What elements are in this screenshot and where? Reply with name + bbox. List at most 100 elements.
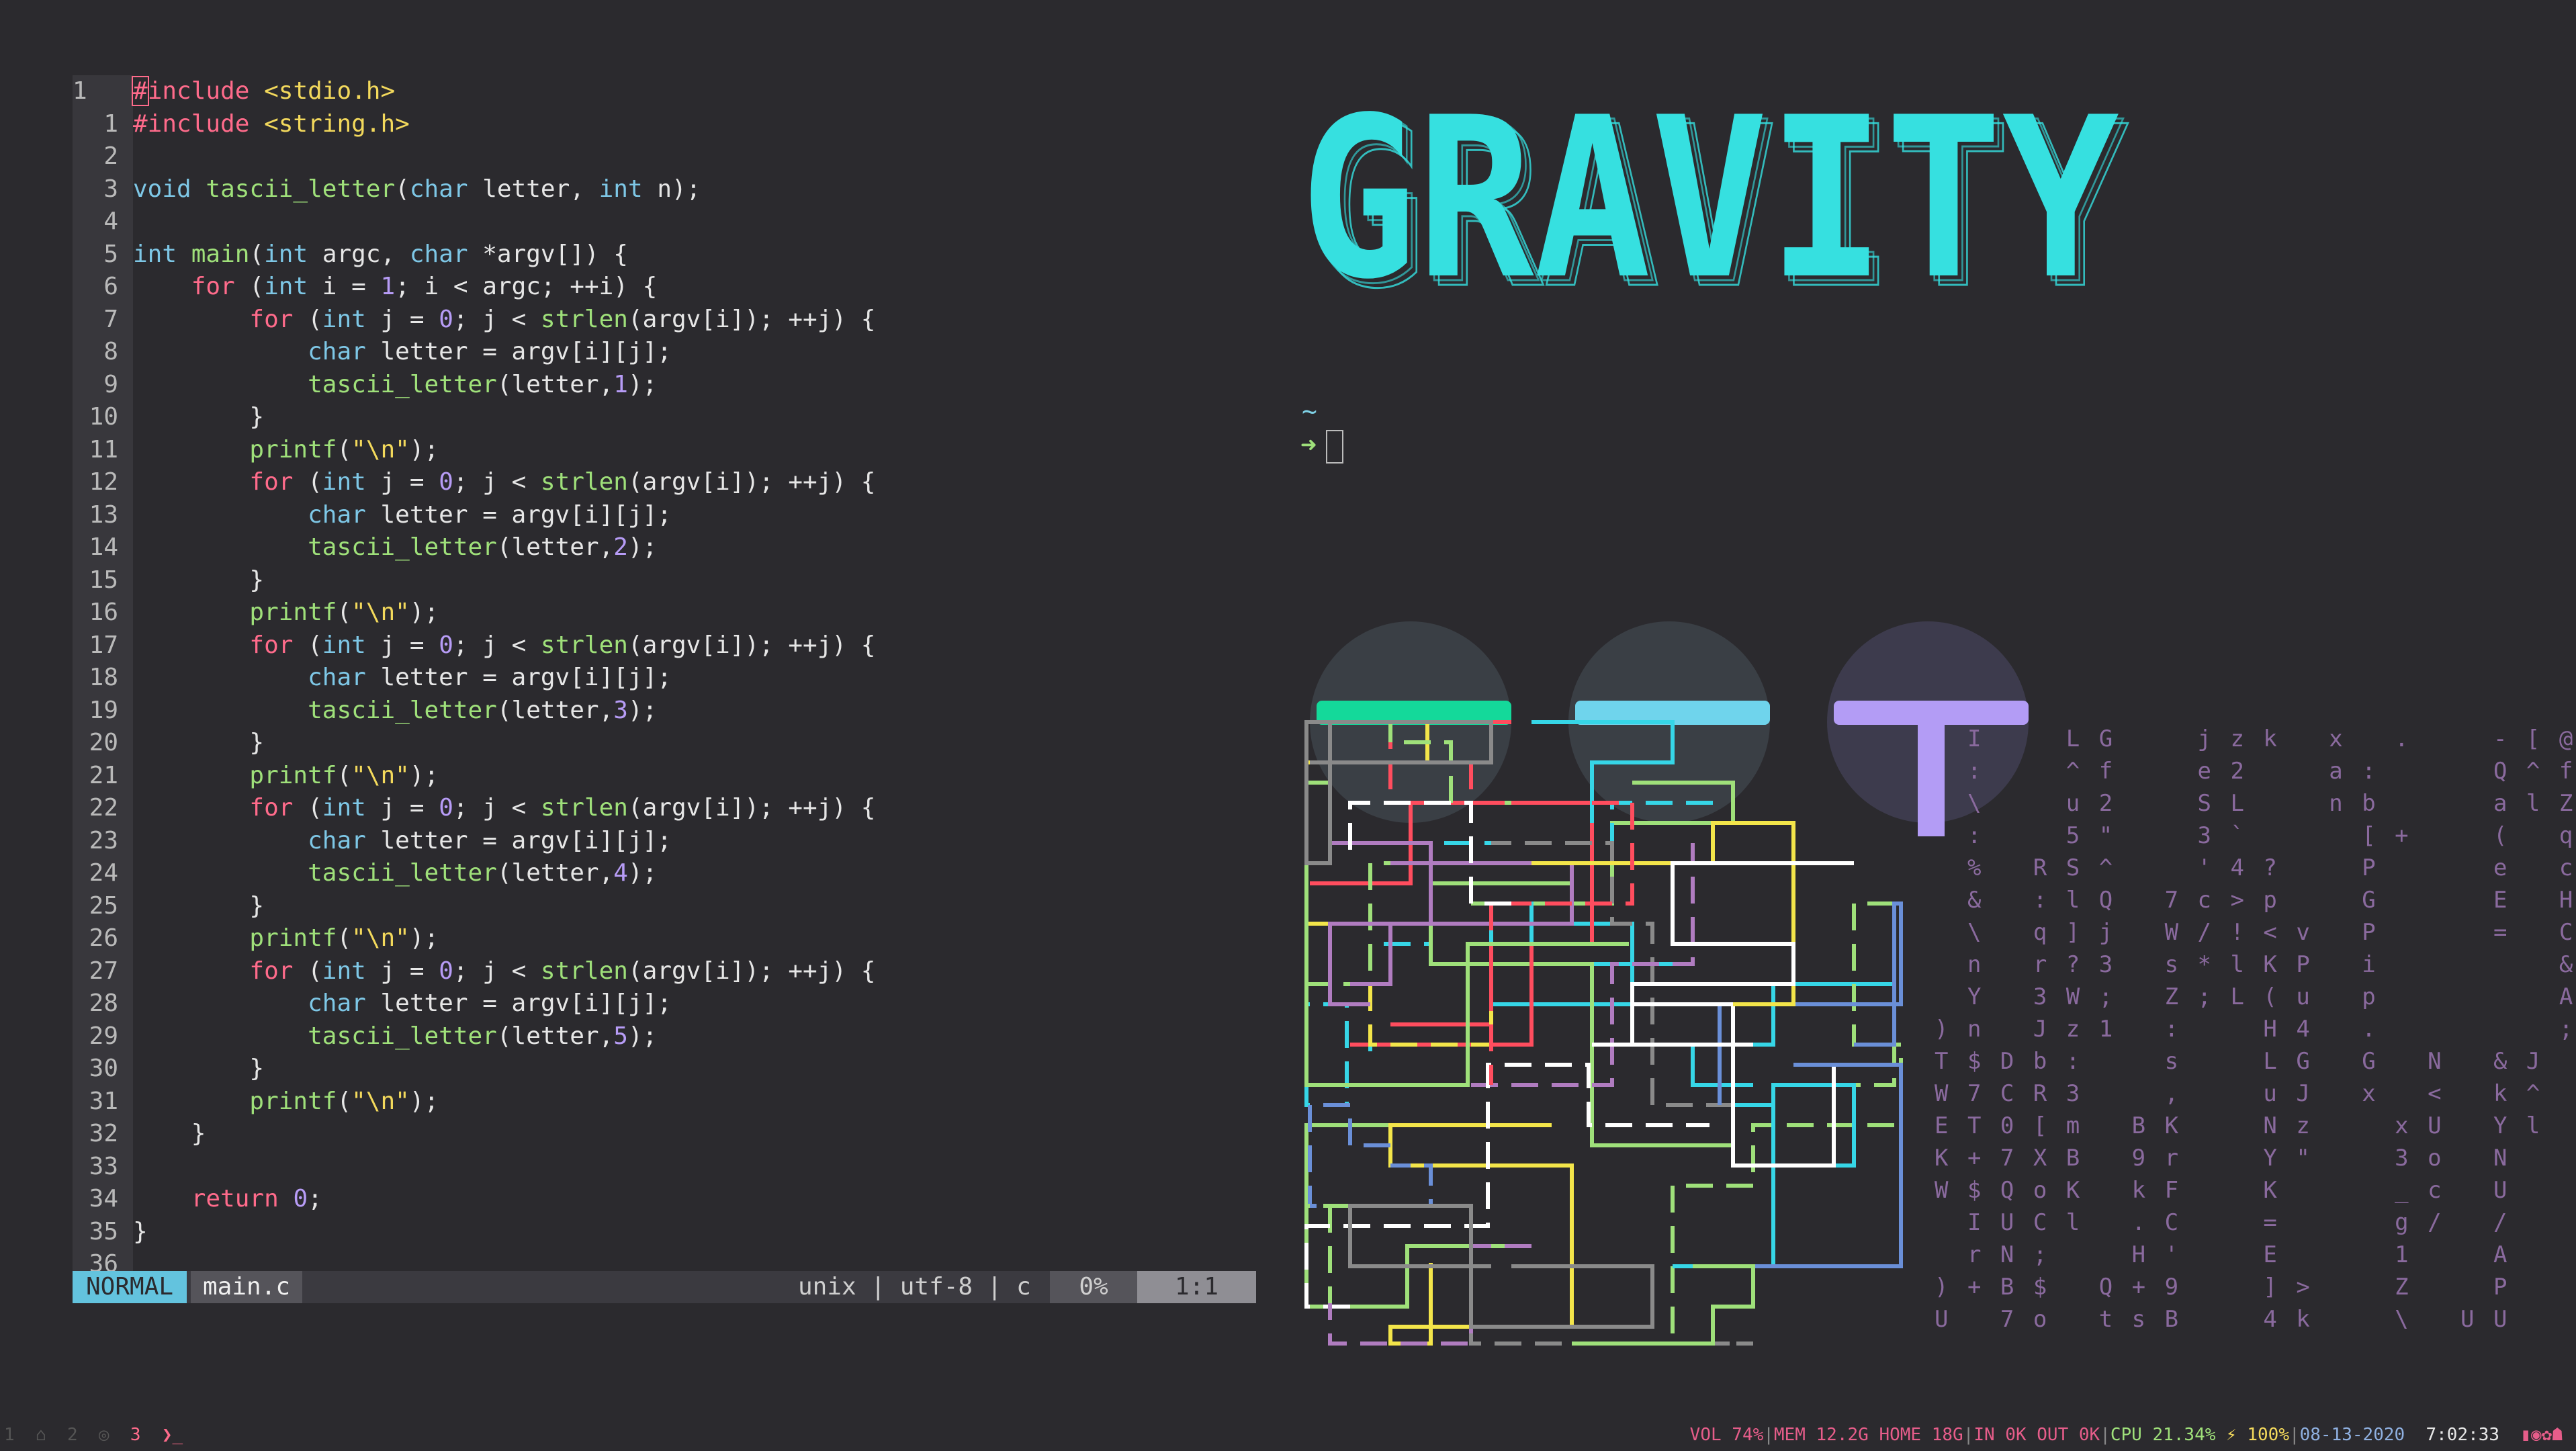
code-line[interactable]: 13 char letter = argv[i][j]; <box>73 499 1255 531</box>
code-line[interactable]: 8 char letter = argv[i][j]; <box>73 336 1255 368</box>
code-text[interactable]: tascii_letter(letter,2); <box>133 531 657 564</box>
code-text[interactable]: for (int j = 0; j < strlen(argv[i]); ++j… <box>133 955 875 987</box>
code-line[interactable]: 11 printf("\n"); <box>73 434 1255 466</box>
code-line[interactable]: 30 } <box>73 1053 1255 1085</box>
line-number: 1 <box>73 77 87 105</box>
glyph-row: T $ D b : s L G G N & J <box>1935 1048 2543 1075</box>
code-line[interactable]: 10 } <box>73 401 1255 433</box>
code-text[interactable]: printf("\n"); <box>133 597 439 629</box>
line-number: 20 <box>89 729 118 756</box>
code-text[interactable]: #include <stdio.h> <box>132 75 395 107</box>
code-text[interactable]: char letter = argv[i][j]; <box>133 987 672 1020</box>
code-text[interactable]: printf("\n"); <box>133 1086 439 1118</box>
code-text[interactable]: char letter = argv[i][j]; <box>133 499 672 531</box>
code-line[interactable]: 19 tascii_letter(letter,3); <box>73 695 1255 727</box>
code-text[interactable]: printf("\n"); <box>133 434 439 466</box>
code-text[interactable]: } <box>133 1053 264 1085</box>
code-text[interactable]: return 0; <box>133 1183 322 1215</box>
code-text[interactable]: } <box>133 890 264 922</box>
code-line[interactable]: 25 } <box>73 890 1255 922</box>
system-stats: VOL 74%|MEM 12.2G HOME 18G|IN 0K OUT 0K|… <box>1689 1425 2563 1445</box>
code-line[interactable]: 3 void tascii_letter(char letter, int n); <box>73 173 1255 206</box>
code-text[interactable]: int main(int argc, char *argv[]) { <box>133 238 628 271</box>
memory-status: MEM 12.2G <box>1773 1425 1869 1445</box>
code-text[interactable]: #include <string.h> <box>133 108 410 140</box>
line-number: 2 <box>103 142 118 170</box>
code-line[interactable]: 6 for (int i = 1; i < argc; ++i) { <box>73 271 1255 303</box>
glyph-row: K + 7 X B 9 r Y " 3 o N <box>1935 1145 2510 1172</box>
code-line[interactable]: 29 tascii_letter(letter,5); <box>73 1020 1255 1053</box>
code-line[interactable]: 24 tascii_letter(letter,4); <box>73 857 1255 889</box>
code-text[interactable]: printf("\n"); <box>133 760 439 792</box>
code-line[interactable]: 2 <box>73 140 1255 173</box>
line-number: 16 <box>89 599 118 626</box>
terminal-icon[interactable]: ❯_ <box>162 1425 183 1445</box>
code-line[interactable]: 9 tascii_letter(letter,1); <box>73 369 1255 401</box>
code-text[interactable]: char letter = argv[i][j]; <box>133 336 672 368</box>
line-number: 8 <box>103 338 118 365</box>
code-line[interactable]: 12 for (int j = 0; j < strlen(argv[i]); … <box>73 466 1255 498</box>
code-line[interactable]: 28 char letter = argv[i][j]; <box>73 987 1255 1020</box>
code-line[interactable]: 33 <box>73 1151 1255 1183</box>
code-line[interactable]: 34 return 0; <box>73 1183 1255 1215</box>
code-editor[interactable]: 1 #include <stdio.h> 1 #include <string.h> 2… <box>73 75 1256 1305</box>
code-text[interactable]: } <box>133 727 264 759</box>
code-text[interactable]: for (int j = 0; j < strlen(argv[i]); ++j… <box>133 466 875 498</box>
code-text[interactable]: printf("\n"); <box>133 922 439 955</box>
code-line[interactable]: 22 for (int j = 0; j < strlen(argv[i]); … <box>73 792 1255 824</box>
mode-indicator: NORMAL <box>73 1271 187 1303</box>
code-text[interactable]: char letter = argv[i][j]; <box>133 825 672 857</box>
code-line[interactable]: 35} <box>73 1216 1255 1248</box>
code-text[interactable]: tascii_letter(letter,5); <box>133 1020 657 1053</box>
prompt-arrow-icon: ➜ <box>1300 430 1317 461</box>
pipe <box>1531 720 1675 823</box>
code-line[interactable]: 4 <box>73 206 1255 238</box>
workspace-1[interactable]: 1 <box>4 1425 15 1445</box>
code-text[interactable]: for (int j = 0; j < strlen(argv[i]); ++j… <box>133 304 875 336</box>
line-number: 15 <box>89 566 118 594</box>
shell-prompt[interactable]: ➜ <box>1300 430 1344 464</box>
code-text[interactable]: } <box>133 1216 148 1248</box>
code-text[interactable]: tascii_letter(letter,1); <box>133 369 657 401</box>
tray-icons[interactable]: ▮◉✿☗ <box>2520 1425 2563 1445</box>
glyph-rain: I L G j z k x . - [ @ : ^ f e 2 a : Q ^ … <box>1935 726 2573 1337</box>
line-number: 21 <box>89 761 118 789</box>
code-line[interactable]: 27 for (int j = 0; j < strlen(argv[i]); … <box>73 955 1255 987</box>
code-text[interactable]: char letter = argv[i][j]; <box>133 662 672 694</box>
code-text[interactable]: tascii_letter(letter,3); <box>133 695 657 727</box>
code-line[interactable]: 18 char letter = argv[i][j]; <box>73 662 1255 694</box>
code-line[interactable]: 14 tascii_letter(letter,2); <box>73 531 1255 564</box>
code-line[interactable]: 21 printf("\n"); <box>73 760 1255 792</box>
code-text[interactable]: } <box>133 401 264 433</box>
code-text[interactable]: void tascii_letter(char letter, int n); <box>133 173 701 206</box>
code-line[interactable]: 5 int main(int argc, char *argv[]) { <box>73 238 1255 271</box>
code-line[interactable]: 17 for (int j = 0; j < strlen(argv[i]); … <box>73 629 1255 662</box>
workspace-3[interactable]: 3 <box>130 1425 141 1445</box>
code-line[interactable]: 20 } <box>73 727 1255 759</box>
line-number: 26 <box>89 924 118 952</box>
code-line[interactable]: 7 for (int j = 0; j < strlen(argv[i]); +… <box>73 304 1255 336</box>
code-text[interactable]: for (int i = 1; i < argc; ++i) { <box>133 271 658 303</box>
code-line[interactable]: 26 printf("\n"); <box>73 922 1255 955</box>
line-number: 32 <box>89 1120 118 1147</box>
code-text[interactable]: tascii_letter(letter,4); <box>133 857 657 889</box>
code-text[interactable]: } <box>133 564 264 597</box>
pipe <box>1308 1103 1433 1208</box>
code-line[interactable]: 16 printf("\n"); <box>73 597 1255 629</box>
code-text[interactable]: for (int j = 0; j < strlen(argv[i]); ++j… <box>133 792 875 824</box>
code-line[interactable]: 15 } <box>73 564 1255 597</box>
volume-status[interactable]: VOL 74% <box>1690 1425 1764 1445</box>
code-text[interactable]: for (int j = 0; j < strlen(argv[i]); ++j… <box>133 629 875 662</box>
workspace-list[interactable]: 1 ⌂ 2 ◎ 3 ❯_ <box>4 1421 183 1449</box>
code-line[interactable]: 1 #include <stdio.h> <box>73 75 1255 107</box>
code-text[interactable]: } <box>133 1118 206 1150</box>
code-line[interactable]: 32 } <box>73 1118 1255 1150</box>
home-icon[interactable]: ⌂ <box>36 1425 46 1445</box>
code-line[interactable]: 31 printf("\n"); <box>73 1086 1255 1118</box>
target-icon[interactable]: ◎ <box>99 1425 109 1445</box>
workspace-2[interactable]: 2 <box>67 1425 78 1445</box>
editor-statusline: NORMAL main.c unix | utf-8 | c 0% 1:1 <box>73 1271 1256 1303</box>
code-line[interactable]: 23 char letter = argv[i][j]; <box>73 825 1255 857</box>
code-line[interactable]: 1 #include <string.h> <box>73 108 1255 140</box>
pipe <box>1489 902 1673 1006</box>
